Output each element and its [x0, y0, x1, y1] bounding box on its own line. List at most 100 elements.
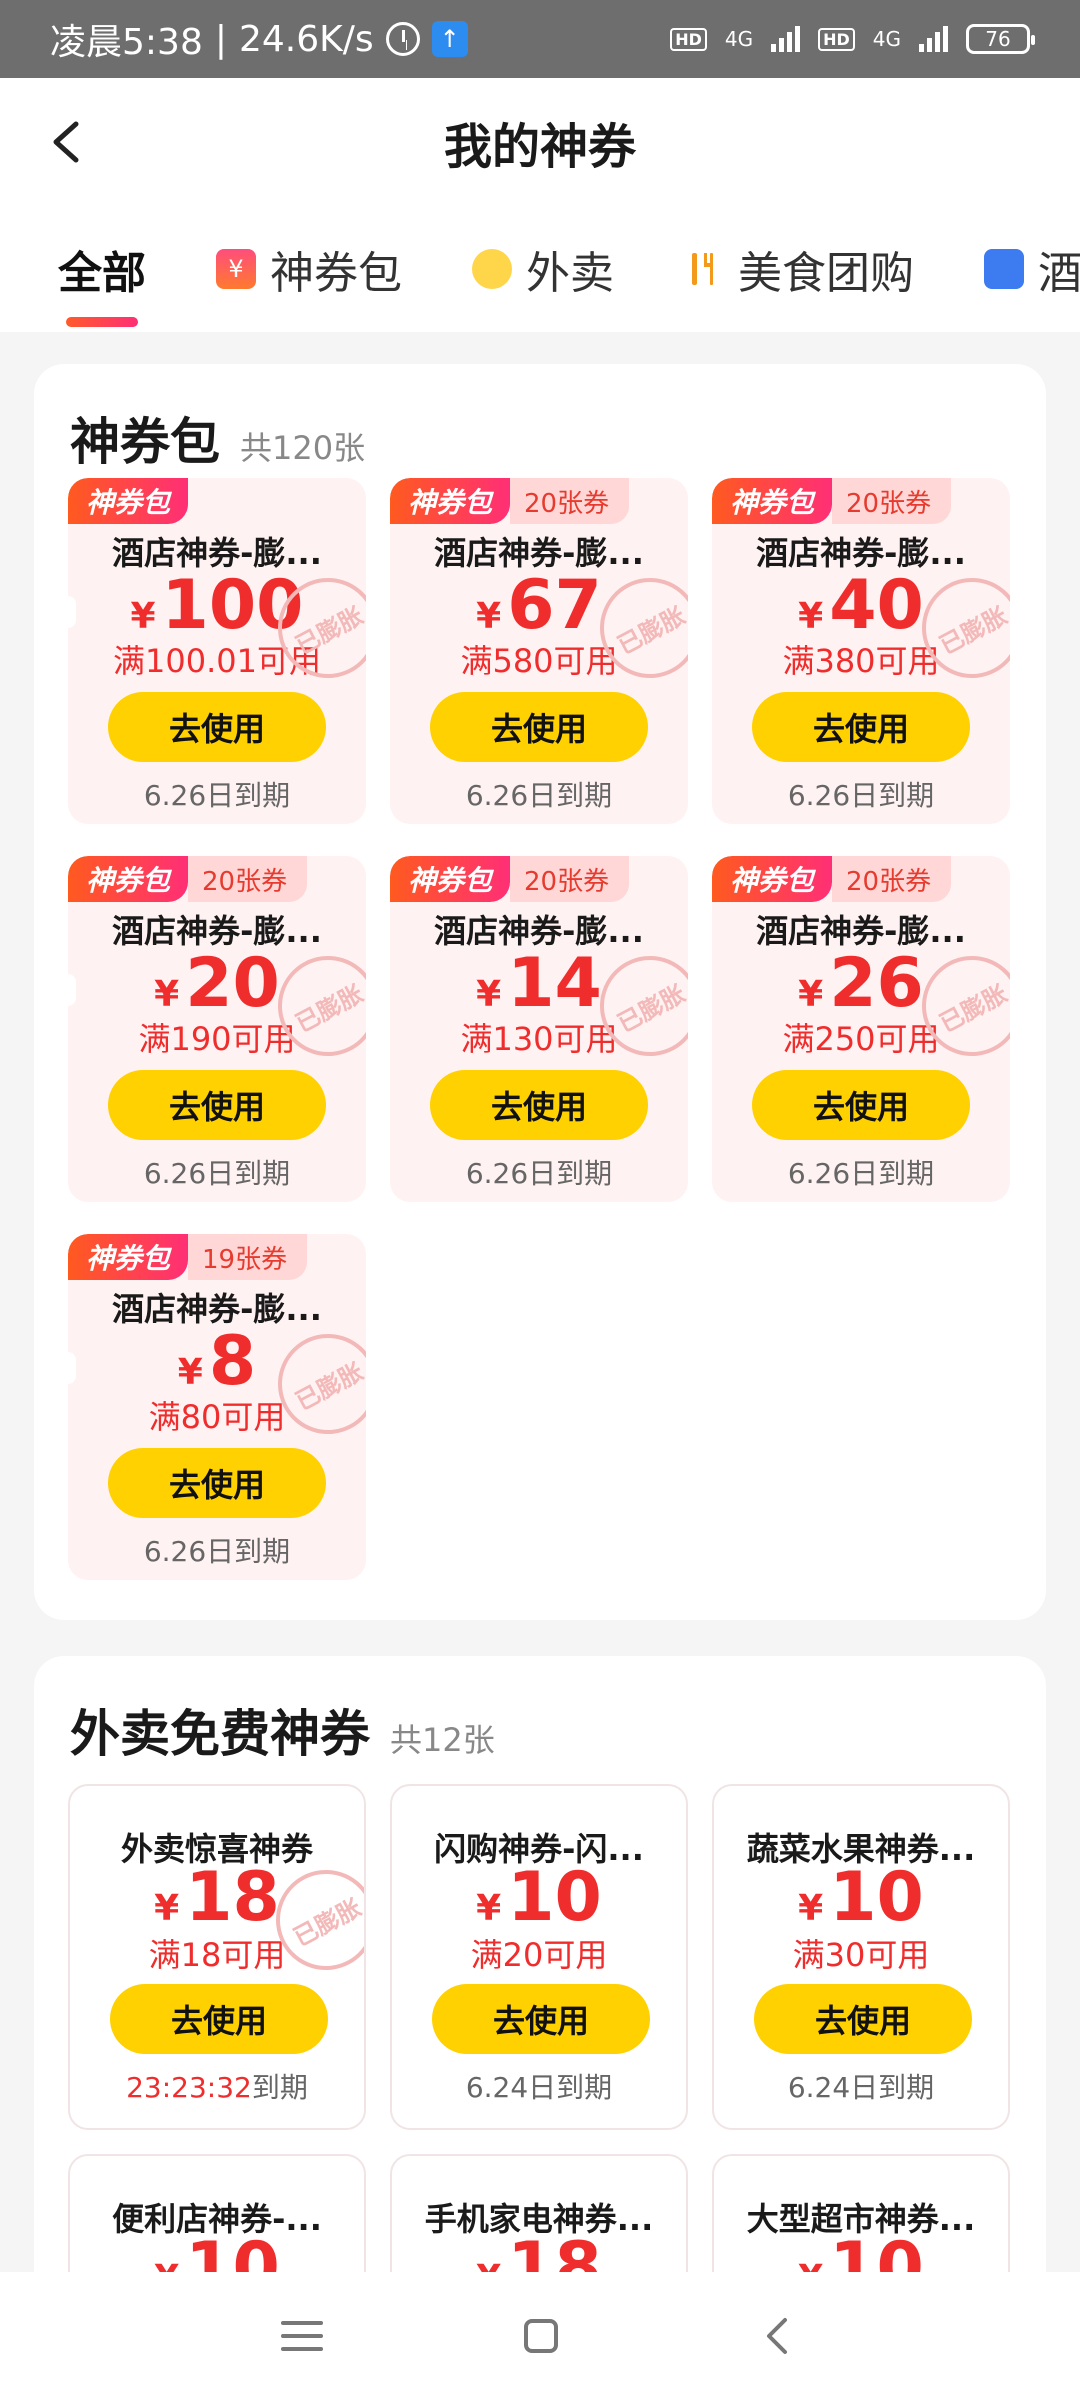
coupon-amount: 26	[829, 944, 924, 1023]
status-net-speed: 24.6K/s	[238, 18, 374, 60]
tab-label: 神券包	[270, 248, 402, 299]
coupon-amount: 10	[507, 1858, 602, 1937]
countdown-time: 23:23:32	[126, 2071, 252, 2104]
coupon-card[interactable]: 神券包 19张券 酒店神券-膨... ¥8 满80可用 去使用 6.26日到期 已…	[68, 1234, 366, 1580]
tab-coupon-pack[interactable]: ¥ 神券包	[216, 237, 402, 301]
page-title: 我的神券	[443, 119, 636, 175]
use-button[interactable]: 去使用	[110, 1984, 328, 2054]
tab-hotel[interactable]: 酒	[984, 237, 1080, 301]
signal-icon	[919, 26, 948, 52]
home-square-icon[interactable]	[523, 2319, 558, 2353]
use-button[interactable]: 去使用	[752, 692, 970, 762]
fork-knife-icon	[692, 253, 713, 285]
section-count: 共120张	[240, 429, 366, 467]
coupon-pack-tag: 神券包	[712, 856, 833, 902]
battery-icon: 76	[966, 24, 1035, 54]
tab-label: 酒	[1038, 248, 1080, 299]
section-count: 共12张	[390, 1721, 495, 1759]
section-title: 外卖免费神券	[70, 1705, 370, 1763]
tab-label: 美食团购	[738, 248, 914, 299]
use-button[interactable]: 去使用	[430, 692, 648, 762]
currency-symbol: ¥	[154, 1888, 180, 1929]
expiry-date: 6.26日到期	[143, 1535, 291, 1568]
currency-symbol: ¥	[798, 596, 824, 637]
coupon-card[interactable]: 闪购神券-闪... ¥10 满20可用 去使用 6.24日到期	[390, 1784, 688, 2130]
coupon-condition: 满20可用	[470, 1936, 608, 1974]
coupon-quantity: 20张券	[510, 478, 630, 524]
menu-icon[interactable]	[280, 2319, 323, 2353]
section-title: 神券包	[70, 413, 220, 471]
coupon-amount: 40	[829, 566, 924, 645]
use-button[interactable]: 去使用	[432, 1984, 650, 2054]
coupon-amount: 18	[185, 1858, 280, 1937]
coupon-quantity: 20张券	[510, 856, 630, 902]
upload-icon: ↑	[431, 21, 468, 57]
expiry-countdown: 23:23:32到期	[70, 2066, 364, 2106]
coupon-pack-tag: 神券包	[68, 856, 189, 902]
category-tabs: 全部 ¥ 神券包 外卖 美食团购 酒	[0, 206, 1080, 332]
system-nav-bar	[0, 2272, 1080, 2400]
status-time: 凌晨5:38	[50, 22, 203, 63]
tab-food-group[interactable]: 美食团购	[684, 237, 914, 301]
use-button[interactable]: 去使用	[108, 692, 326, 762]
page-header: 我的神券	[0, 78, 1080, 206]
use-button[interactable]: 去使用	[108, 1070, 326, 1140]
status-bar: 凌晨5:38 | 24.6K/s ↑ HD 4G HD 4G 76	[0, 0, 1080, 78]
coupon-card[interactable]: 神券包 20张券 酒店神券-膨... ¥14 满130可用 去使用 6.26日到期…	[390, 856, 688, 1202]
use-button[interactable]: 去使用	[754, 1984, 972, 2054]
coupon-quantity: 19张券	[188, 1234, 308, 1280]
expiry-date: 6.26日到期	[787, 1157, 935, 1190]
alarm-icon	[385, 22, 420, 56]
expiry-suffix: 到期	[251, 2071, 308, 2104]
coupon-card[interactable]: 神券包 20张券 酒店神券-膨... ¥40 满380可用 去使用 6.26日到期…	[712, 478, 1010, 824]
coupon-card[interactable]: 蔬菜水果神券... ¥10 满30可用 去使用 6.24日到期	[712, 1784, 1010, 2130]
coupon-amount: 67	[507, 566, 602, 645]
section-coupon-pack: 神券包 共120张 神券包 酒店神券-膨... ¥100 满100.01可用 去…	[34, 364, 1046, 1620]
takeout-icon	[472, 249, 512, 289]
coupon-amount: 20	[185, 944, 280, 1023]
battery-level: 76	[985, 27, 1011, 51]
hd-icon: HD	[670, 27, 707, 51]
currency-symbol: ¥	[798, 974, 824, 1015]
currency-symbol: ¥	[476, 1888, 502, 1929]
currency-symbol: ¥	[476, 974, 502, 1015]
use-button[interactable]: 去使用	[430, 1070, 648, 1140]
expiry-date: 6.24日到期	[787, 2071, 935, 2104]
coupon-pack-tag: 神券包	[390, 478, 511, 524]
coupon-quantity: 20张券	[188, 856, 308, 902]
section-takeout-coupons: 外卖免费神券 共12张 外卖惊喜神券 ¥18 满18可用 去使用 23:23:3…	[34, 1656, 1046, 2400]
tab-label: 外卖	[526, 248, 614, 299]
coupon-amount: 10	[829, 1858, 924, 1937]
coupon-pack-icon: ¥	[216, 249, 256, 289]
coupon-card[interactable]: 神券包 20张券 酒店神券-膨... ¥20 满190可用 去使用 6.26日到期…	[68, 856, 366, 1202]
coupon-card[interactable]: 神券包 20张券 酒店神券-膨... ¥67 满580可用 去使用 6.26日到期…	[390, 478, 688, 824]
expiry-date: 6.26日到期	[465, 1157, 613, 1190]
tab-takeout[interactable]: 外卖	[472, 237, 614, 301]
tab-label: 全部	[58, 248, 146, 299]
expiry-date: 6.26日到期	[143, 779, 291, 812]
back-nav-icon[interactable]	[759, 2316, 799, 2356]
coupon-pack-tag: 神券包	[390, 856, 511, 902]
currency-symbol: ¥	[476, 596, 502, 637]
hotel-icon	[984, 249, 1024, 289]
coupon-card[interactable]: 外卖惊喜神券 ¥18 满18可用 去使用 23:23:32到期 已膨胀	[68, 1784, 366, 2130]
currency-symbol: ¥	[130, 596, 156, 637]
expiry-date: 6.24日到期	[465, 2071, 613, 2104]
expiry-date: 6.26日到期	[465, 779, 613, 812]
coupon-condition: 满30可用	[792, 1936, 930, 1974]
use-button[interactable]: 去使用	[752, 1070, 970, 1140]
coupon-quantity: 20张券	[832, 478, 952, 524]
coupon-pack-tag: 神券包	[712, 478, 833, 524]
hd-icon: HD	[818, 27, 855, 51]
coupon-card[interactable]: 神券包 酒店神券-膨... ¥100 满100.01可用 去使用 6.26日到期…	[68, 478, 366, 824]
back-arrow-icon[interactable]	[44, 118, 92, 166]
currency-symbol: ¥	[177, 1352, 203, 1393]
coupon-card[interactable]: 神券包 20张券 酒店神券-膨... ¥26 满250可用 去使用 6.26日到期…	[712, 856, 1010, 1202]
tab-all[interactable]: 全部	[58, 237, 146, 327]
signal-icon	[771, 26, 801, 52]
network-type-1: 4G	[724, 27, 754, 51]
network-type-2: 4G	[872, 27, 901, 51]
coupon-amount: 14	[507, 944, 602, 1023]
use-button[interactable]: 去使用	[108, 1448, 326, 1518]
expiry-date: 6.26日到期	[143, 1157, 291, 1190]
